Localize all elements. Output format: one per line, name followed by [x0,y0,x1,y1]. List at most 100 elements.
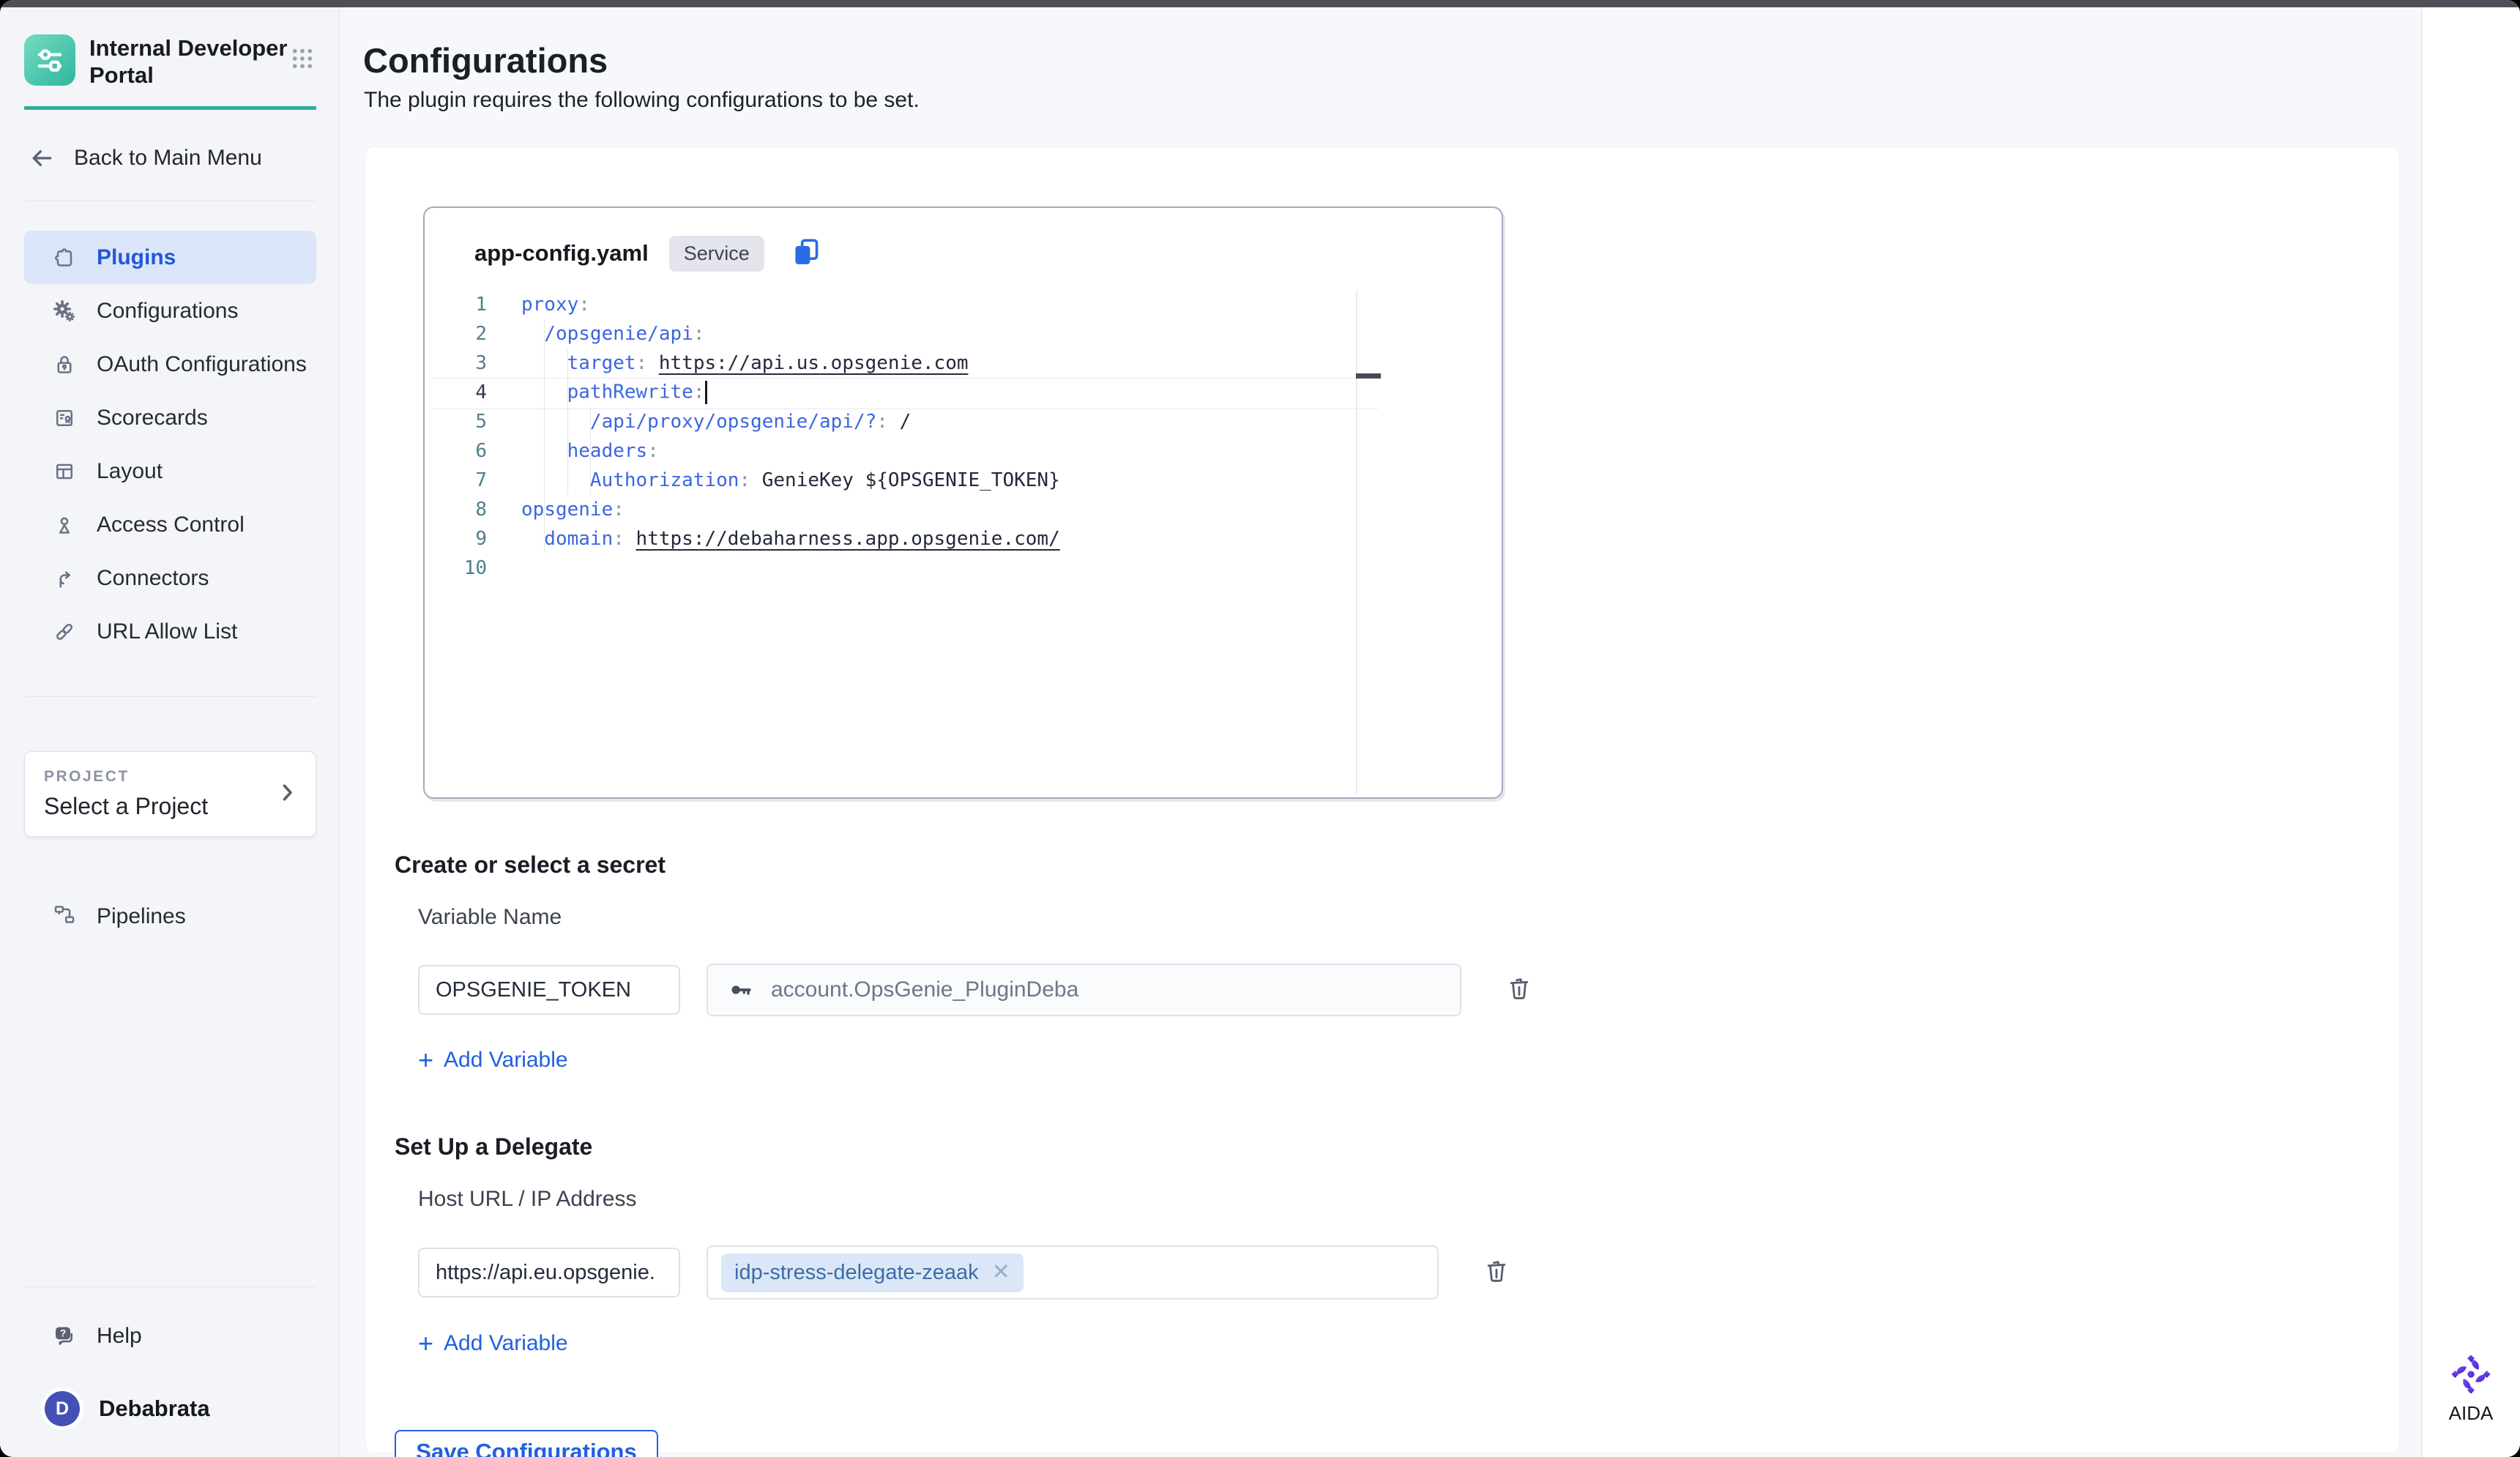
variable-name-label: Variable Name [418,905,2399,930]
line-number: 10 [425,557,487,579]
aida-dock: AIDA [2421,7,2520,1457]
line-content: target: https://api.us.opsgenie.com [487,352,969,374]
svg-text:?: ? [60,1328,66,1339]
link-icon [51,619,78,645]
line-content: headers: [487,440,659,462]
code-line: 9 domain: https://debaharness.app.opsgen… [425,524,1502,554]
host-url-input[interactable] [418,1248,680,1297]
plus-icon: + [418,1047,433,1073]
plus-icon: + [418,1330,433,1357]
delegate-tag-chip: idp-stress-delegate-zeaak ✕ [721,1253,1024,1292]
sidebar-nav: Plugins Configurations OAuth Configuration… [24,231,316,658]
code-line: 6 headers: [425,436,1502,466]
sidebar-item-layout[interactable]: Layout [24,444,316,498]
line-content: opsgenie: [487,499,625,521]
back-arrow-icon [27,144,56,173]
line-number: 7 [425,469,487,491]
configurations-panel: app-config.yaml Service 1pr [365,146,2400,1453]
code-line: 4 pathRewrite: [425,378,1502,407]
sidebar-item-access-control[interactable]: Access Control [24,498,316,551]
add-variable-delegate[interactable]: + Add Variable [418,1330,2399,1357]
delete-secret-row-icon[interactable] [1504,973,1535,1007]
editor-filename: app-config.yaml [474,240,649,267]
main-content: Configurations The plugin requires the f… [340,7,2422,1457]
line-number: 6 [425,440,487,462]
secret-select[interactable]: account.OpsGenie_PluginDeba [707,964,1461,1016]
remove-tag-icon[interactable]: ✕ [992,1262,1010,1283]
code-editor[interactable]: 1proxy:2 /opsgenie/api:3 target: https:/… [425,290,1502,795]
help-label: Help [97,1324,142,1349]
sidebar-item-oauth-configurations[interactable]: OAuth Configurations [24,338,316,391]
accent-divider [24,106,316,110]
sidebar: Internal Developer Portal Back to Main M… [0,7,339,1457]
line-number: 2 [425,323,487,345]
line-content: pathRewrite: [487,381,707,404]
sidebar-item-plugins[interactable]: Plugins [24,231,316,284]
service-badge: Service [669,236,764,272]
back-to-main-menu[interactable]: Back to Main Menu [24,144,316,173]
sidebar-item-label: Access Control [97,513,245,537]
sliders-logo-icon [31,41,69,79]
puzzle-icon [51,245,78,271]
delegate-row: idp-stress-delegate-zeaak ✕ [418,1245,2399,1300]
yaml-editor-card[interactable]: app-config.yaml Service 1pr [423,206,1503,799]
sidebar-item-label: Configurations [97,299,238,324]
aida-flower-icon [2450,1354,2491,1395]
sidebar-item-label: Connectors [97,566,209,591]
sidebar-item-label: OAuth Configurations [97,352,307,377]
sidebar-item-label: Scorecards [97,406,208,431]
project-value: Select a Project [44,793,297,820]
delete-delegate-row-icon[interactable] [1481,1256,1512,1290]
sidebar-item-url-allow-list[interactable]: URL Allow List [24,605,316,658]
app-logo [24,34,75,86]
variable-name-input[interactable] [418,965,680,1015]
sidebar-item-pipelines[interactable]: Pipelines [24,901,316,931]
sidebar-item-label: URL Allow List [97,619,237,644]
scorecard-icon [51,405,78,431]
app-grid-icon[interactable] [288,45,316,76]
code-lines: 1proxy:2 /opsgenie/api:3 target: https:/… [425,290,1502,583]
help-chat-icon: ? [51,1322,79,1350]
line-content: domain: https://debaharness.app.opsgenie… [487,528,1060,550]
aida-button[interactable]: AIDA [2422,1354,2520,1425]
host-url-label: Host URL / IP Address [418,1187,2399,1212]
add-variable-secret[interactable]: + Add Variable [418,1047,2399,1073]
avatar: D [45,1391,80,1426]
app-logo-row: Internal Developer Portal [24,34,316,89]
code-line: 8opsgenie: [425,495,1502,524]
code-line: 3 target: https://api.us.opsgenie.com [425,349,1502,378]
code-line: 1proxy: [425,290,1502,319]
back-label: Back to Main Menu [74,146,262,171]
divider [24,696,316,697]
project-label: PROJECT [44,768,297,786]
sidebar-item-scorecards[interactable]: Scorecards [24,391,316,444]
code-line: 7 Authorization: GenieKey ${OPSGENIE_TOK… [425,466,1502,495]
line-number: 1 [425,294,487,316]
chevron-right-icon [275,780,299,808]
sidebar-item-label: Plugins [97,245,176,270]
secret-row: account.OpsGenie_PluginDeba [418,964,2399,1016]
gears-icon [51,298,78,324]
delegate-section-heading: Set Up a Delegate [395,1133,2399,1160]
app-title: Internal Developer Portal [89,34,287,89]
code-line: 5 /api/proxy/opsgenie/api/?: / [425,407,1502,436]
help-button[interactable]: ? Help [24,1322,316,1350]
delegate-tags-input[interactable]: idp-stress-delegate-zeaak ✕ [707,1245,1439,1300]
line-content: Authorization: GenieKey ${OPSGENIE_TOKEN… [487,469,1060,491]
window-top-strip [0,0,2520,7]
pipelines-icon [51,901,78,931]
copy-icon[interactable] [789,235,823,272]
user-menu[interactable]: D Debabrata [24,1391,316,1426]
sidebar-item-connectors[interactable]: Connectors [24,551,316,605]
text-cursor [705,381,707,404]
page-subtitle: The plugin requires the following config… [364,88,920,113]
app-window: Internal Developer Portal Back to Main M… [0,0,2520,1457]
project-selector[interactable]: PROJECT Select a Project [24,751,316,837]
editor-header: app-config.yaml Service [425,208,1502,290]
lock-icon [51,351,78,378]
sidebar-item-configurations[interactable]: Configurations [24,284,316,338]
delegate-tag-label: idp-stress-delegate-zeaak [734,1261,979,1285]
divider [24,1286,316,1287]
pipelines-label: Pipelines [97,904,186,929]
save-configurations-button[interactable]: Save Configurations [395,1430,658,1457]
